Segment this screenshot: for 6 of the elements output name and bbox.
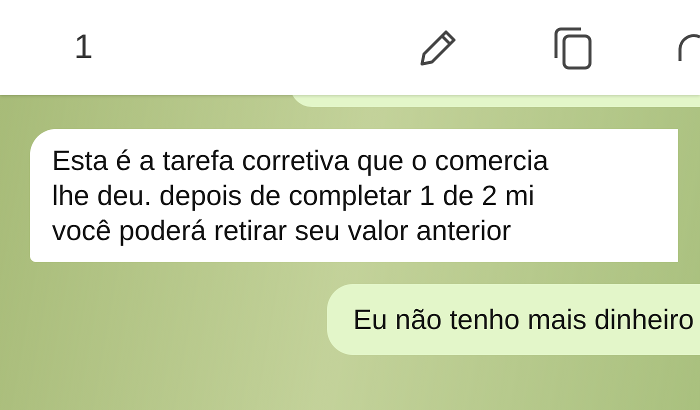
message-text: Esta é a tarefa corretiva que o comercia lhe deu. depois de completar 1 de 2 mi você poderá retirar seu valor anterior xyxy=(52,144,550,248)
message-bubble[interactable]: Esta é a tarefa corretiva que o comercia lhe deu. depois de completar 1 de 2 mi você poderá retirar seu valor anterior xyxy=(30,129,678,262)
copy-icon[interactable] xyxy=(552,26,594,70)
message-text: Eu não tenho mais dinheiro xyxy=(353,303,694,337)
message-bubble[interactable]: Eu não tenho mais dinheiro xyxy=(327,284,700,355)
selection-count: 1 xyxy=(74,28,93,67)
